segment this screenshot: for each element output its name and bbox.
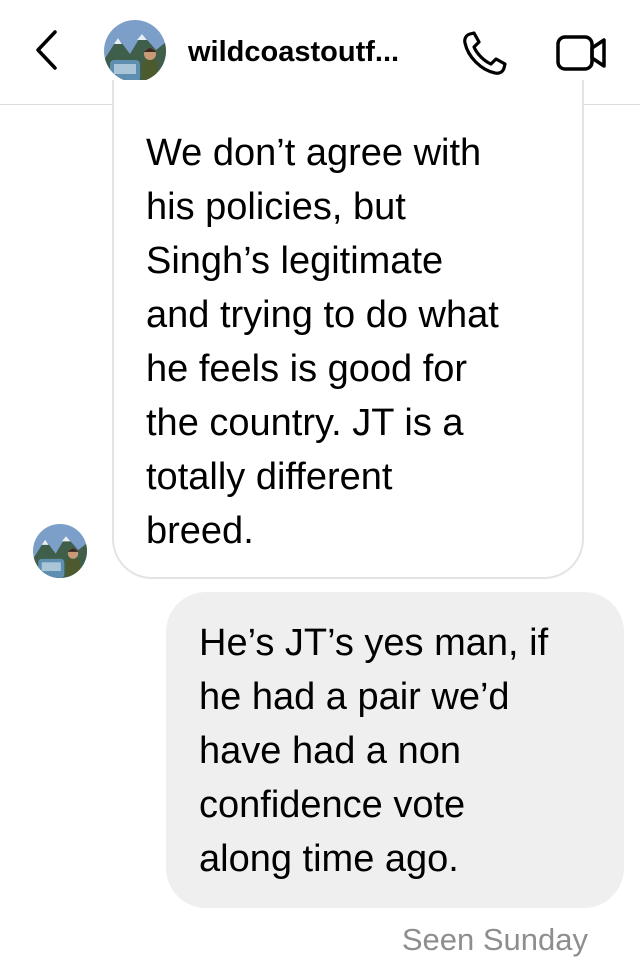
video-camera-icon	[556, 35, 606, 71]
chevron-left-icon	[36, 30, 57, 70]
message-text: We don’t agree with his policies, but Si…	[146, 132, 499, 552]
profile-photo	[104, 20, 166, 82]
seen-status: Seen Sunday	[401, 922, 588, 957]
video-call-button[interactable]	[554, 28, 610, 78]
incoming-message-bubble[interactable]: We don’t agree with his policies, but Si…	[112, 80, 584, 579]
avatar[interactable]	[104, 20, 166, 82]
chat-title[interactable]: wildcoastoutf...	[188, 30, 438, 74]
outgoing-message-bubble[interactable]: He’s JT’s yes man, if he had a pair we’d…	[166, 592, 624, 908]
message-text: He’s JT’s yes man, if he had a pair we’d…	[199, 622, 549, 880]
call-button[interactable]	[458, 26, 512, 80]
profile-photo	[33, 524, 87, 578]
phone-icon	[463, 31, 507, 75]
sender-avatar[interactable]	[33, 524, 87, 578]
back-button[interactable]	[24, 22, 68, 78]
